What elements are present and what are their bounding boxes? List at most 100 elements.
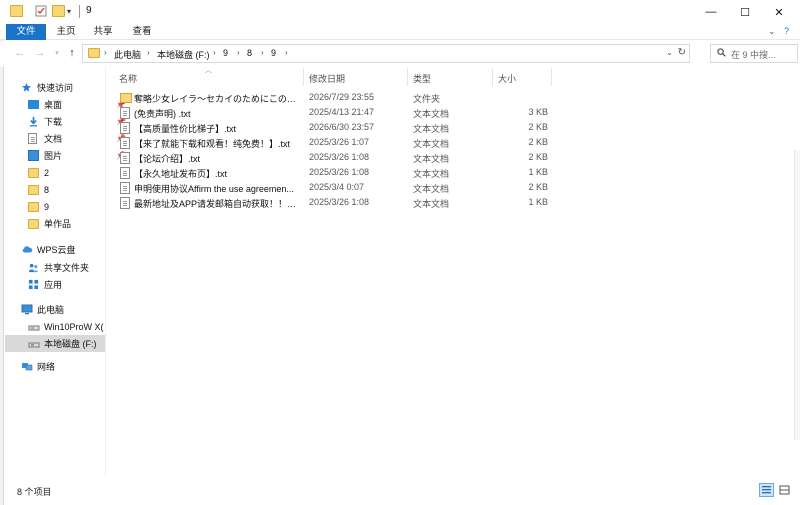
search-placeholder: 在 9 中搜... <box>731 50 776 60</box>
expand-ribbon-icon[interactable]: ⌄ <box>768 26 776 37</box>
file-date: 2026/6/30 23:57 <box>309 122 375 132</box>
network-icon <box>21 361 33 372</box>
tab-file[interactable]: 文件 <box>6 24 46 40</box>
properties-icon[interactable] <box>35 5 48 17</box>
help-icon[interactable]: ? <box>784 26 789 36</box>
text-file-icon <box>120 152 130 164</box>
large-icons-view-button[interactable] <box>777 483 792 497</box>
sort-ascending-icon: ︿ <box>205 67 212 74</box>
file-name: 【高质量性价比梯子】.txt <box>134 124 237 134</box>
document-icon <box>28 133 37 144</box>
tab-share[interactable]: 共享 <box>89 24 117 40</box>
background-window-edge-right <box>794 150 800 440</box>
file-date: 2025/3/26 1:08 <box>309 167 370 177</box>
download-icon <box>28 116 39 127</box>
text-file-icon <box>120 167 130 179</box>
file-type: 文本文档 <box>413 124 450 134</box>
desktop-icon <box>28 100 39 109</box>
back-arrow-icon[interactable]: ← <box>13 46 27 60</box>
file-row[interactable]: 【永久地址发布页】.txt 2025/3/26 1:08 文本文档 1 KB <box>113 166 553 181</box>
file-date: 2025/3/4 0:07 <box>309 182 365 192</box>
breadcrumb-this-pc[interactable]: 此电脑 <box>114 48 141 61</box>
sidebar-item-apps[interactable]: 应用 <box>28 276 128 293</box>
file-row[interactable]: (免责声明) .txt 2025/4/13 21:47 文本文档 3 KB <box>113 106 553 121</box>
sidebar-item-shared-folder[interactable]: 共享文件夹 <box>28 259 128 276</box>
file-row[interactable]: 【论坛介绍】.txt 2025/3/26 1:08 文本文档 2 KB <box>113 151 553 166</box>
file-row[interactable]: 【来了就能下载和观看！纯免费！】.txt 2025/3/26 1:07 文本文档… <box>113 136 553 151</box>
pane-divider[interactable] <box>105 66 106 476</box>
file-name: 申明使用协议Affirm the use agreemen... <box>134 184 294 194</box>
file-row[interactable]: 奪略少女レイラ～セカイのためにこの身... 2026/7/29 23:55 文件… <box>113 91 553 106</box>
file-explorer-window: ▾ 9 — ☐ ✕ 文件 主页 共享 查看 ⌄ ? ← → ▾ ↑ › 此电脑 … <box>0 0 800 505</box>
address-history-chevron-icon[interactable]: ⌄ <box>666 48 673 57</box>
column-divider[interactable] <box>551 68 552 86</box>
breadcrumb-folder-8[interactable]: 8 <box>247 48 252 58</box>
sidebar-item-this-pc[interactable]: 此电脑 <box>21 301 121 318</box>
drive-icon <box>28 321 40 332</box>
sidebar-item-network[interactable]: 网络 <box>21 358 121 375</box>
column-divider[interactable] <box>407 68 408 86</box>
drive-icon <box>28 338 40 349</box>
sidebar-item-quick-access[interactable]: 快速访问 <box>21 79 121 96</box>
refresh-icon[interactable]: ↻ <box>678 47 686 58</box>
file-name: 最新地址及APP请发邮箱自动获取！！！.... <box>134 199 300 209</box>
file-date: 2026/7/29 23:55 <box>309 92 375 102</box>
column-header-name[interactable]: 名称 <box>119 72 137 85</box>
file-name: 【来了就能下载和观看！纯免费！】.txt <box>134 139 291 149</box>
tab-view[interactable]: 查看 <box>128 24 156 40</box>
file-row[interactable]: 【高质量性价比梯子】.txt 2026/6/30 23:57 文本文档 2 KB <box>113 121 553 136</box>
file-row[interactable]: 最新地址及APP请发邮箱自动获取！！！.... 2025/3/26 1:08 文… <box>113 196 553 211</box>
sidebar-item-wps-cloud[interactable]: WPS云盘 <box>21 241 121 258</box>
details-view-button[interactable] <box>759 483 774 497</box>
breadcrumb-separator: › <box>213 48 216 57</box>
file-date: 2025/3/26 1:07 <box>309 137 370 147</box>
text-file-icon <box>120 197 130 209</box>
breadcrumb-local-disk[interactable]: 本地磁盘 (F:) <box>157 48 210 61</box>
file-row[interactable]: 申明使用协议Affirm the use agreemen... 2025/3/… <box>113 181 553 196</box>
address-folder-icon <box>88 48 100 58</box>
up-arrow-icon[interactable]: ↑ <box>65 46 79 60</box>
title-separator <box>79 5 80 18</box>
address-bar[interactable]: › 此电脑 › 本地磁盘 (F:) › 9 › 8 › 9 › ⌄ ↻ <box>82 44 690 63</box>
file-size: 1 KB <box>528 167 548 177</box>
minimize-button[interactable]: — <box>694 0 728 24</box>
column-header-date[interactable]: 修改日期 <box>309 72 345 85</box>
close-button[interactable]: ✕ <box>762 0 796 24</box>
forward-arrow-icon[interactable]: → <box>33 46 47 60</box>
file-name: 【永久地址发布页】.txt <box>134 169 228 179</box>
breadcrumb-separator: › <box>104 48 107 57</box>
maximize-button[interactable]: ☐ <box>728 0 762 24</box>
background-window-edge <box>0 0 4 505</box>
breadcrumb-separator: › <box>285 48 288 57</box>
sidebar-item-single-works[interactable]: 单作品 <box>28 215 128 232</box>
column-divider[interactable] <box>492 68 493 86</box>
file-type: 文本文档 <box>413 154 450 164</box>
sidebar-item-local-disk-f[interactable]: 本地磁盘 (F:) <box>5 335 105 352</box>
column-header-type[interactable]: 类型 <box>413 72 431 85</box>
status-bar: 8 个项目 <box>0 482 800 500</box>
recent-locations-chevron-icon[interactable]: ▾ <box>50 46 64 60</box>
details-view-icon <box>762 486 771 494</box>
folder-icon <box>28 167 39 178</box>
tab-home[interactable]: 主页 <box>52 24 80 40</box>
breadcrumb-folder-9-current[interactable]: 9 <box>271 48 276 58</box>
text-file-icon <box>120 137 130 149</box>
file-type: 文本文档 <box>413 109 450 119</box>
column-header-size[interactable]: 大小 <box>498 72 516 85</box>
picture-icon <box>28 150 39 161</box>
sidebar-item-system-drive[interactable]: Win10ProW X( <box>28 318 110 335</box>
item-count: 8 个项目 <box>17 487 52 497</box>
new-folder-icon[interactable] <box>52 5 65 17</box>
search-box[interactable]: 在 9 中搜... <box>710 44 798 63</box>
column-headers: ︿ 名称 修改日期 类型 大小 <box>113 67 763 86</box>
navigation-pane: 快速访问 桌面 📌 下载 📌 文档 📌 图片 📌 2 8 <box>5 70 126 470</box>
navigation-bar: ← → ▾ ↑ › 此电脑 › 本地磁盘 (F:) › 9 › 8 › 9 › … <box>0 41 800 67</box>
file-name: (免责声明) .txt <box>134 109 191 119</box>
file-size: 2 KB <box>528 122 548 132</box>
column-divider[interactable] <box>303 68 304 86</box>
cloud-icon <box>21 244 33 255</box>
apps-grid-icon <box>28 279 39 290</box>
window-folder-icon <box>10 5 23 17</box>
breadcrumb-folder-9[interactable]: 9 <box>223 48 228 58</box>
folder-icon <box>28 201 39 212</box>
